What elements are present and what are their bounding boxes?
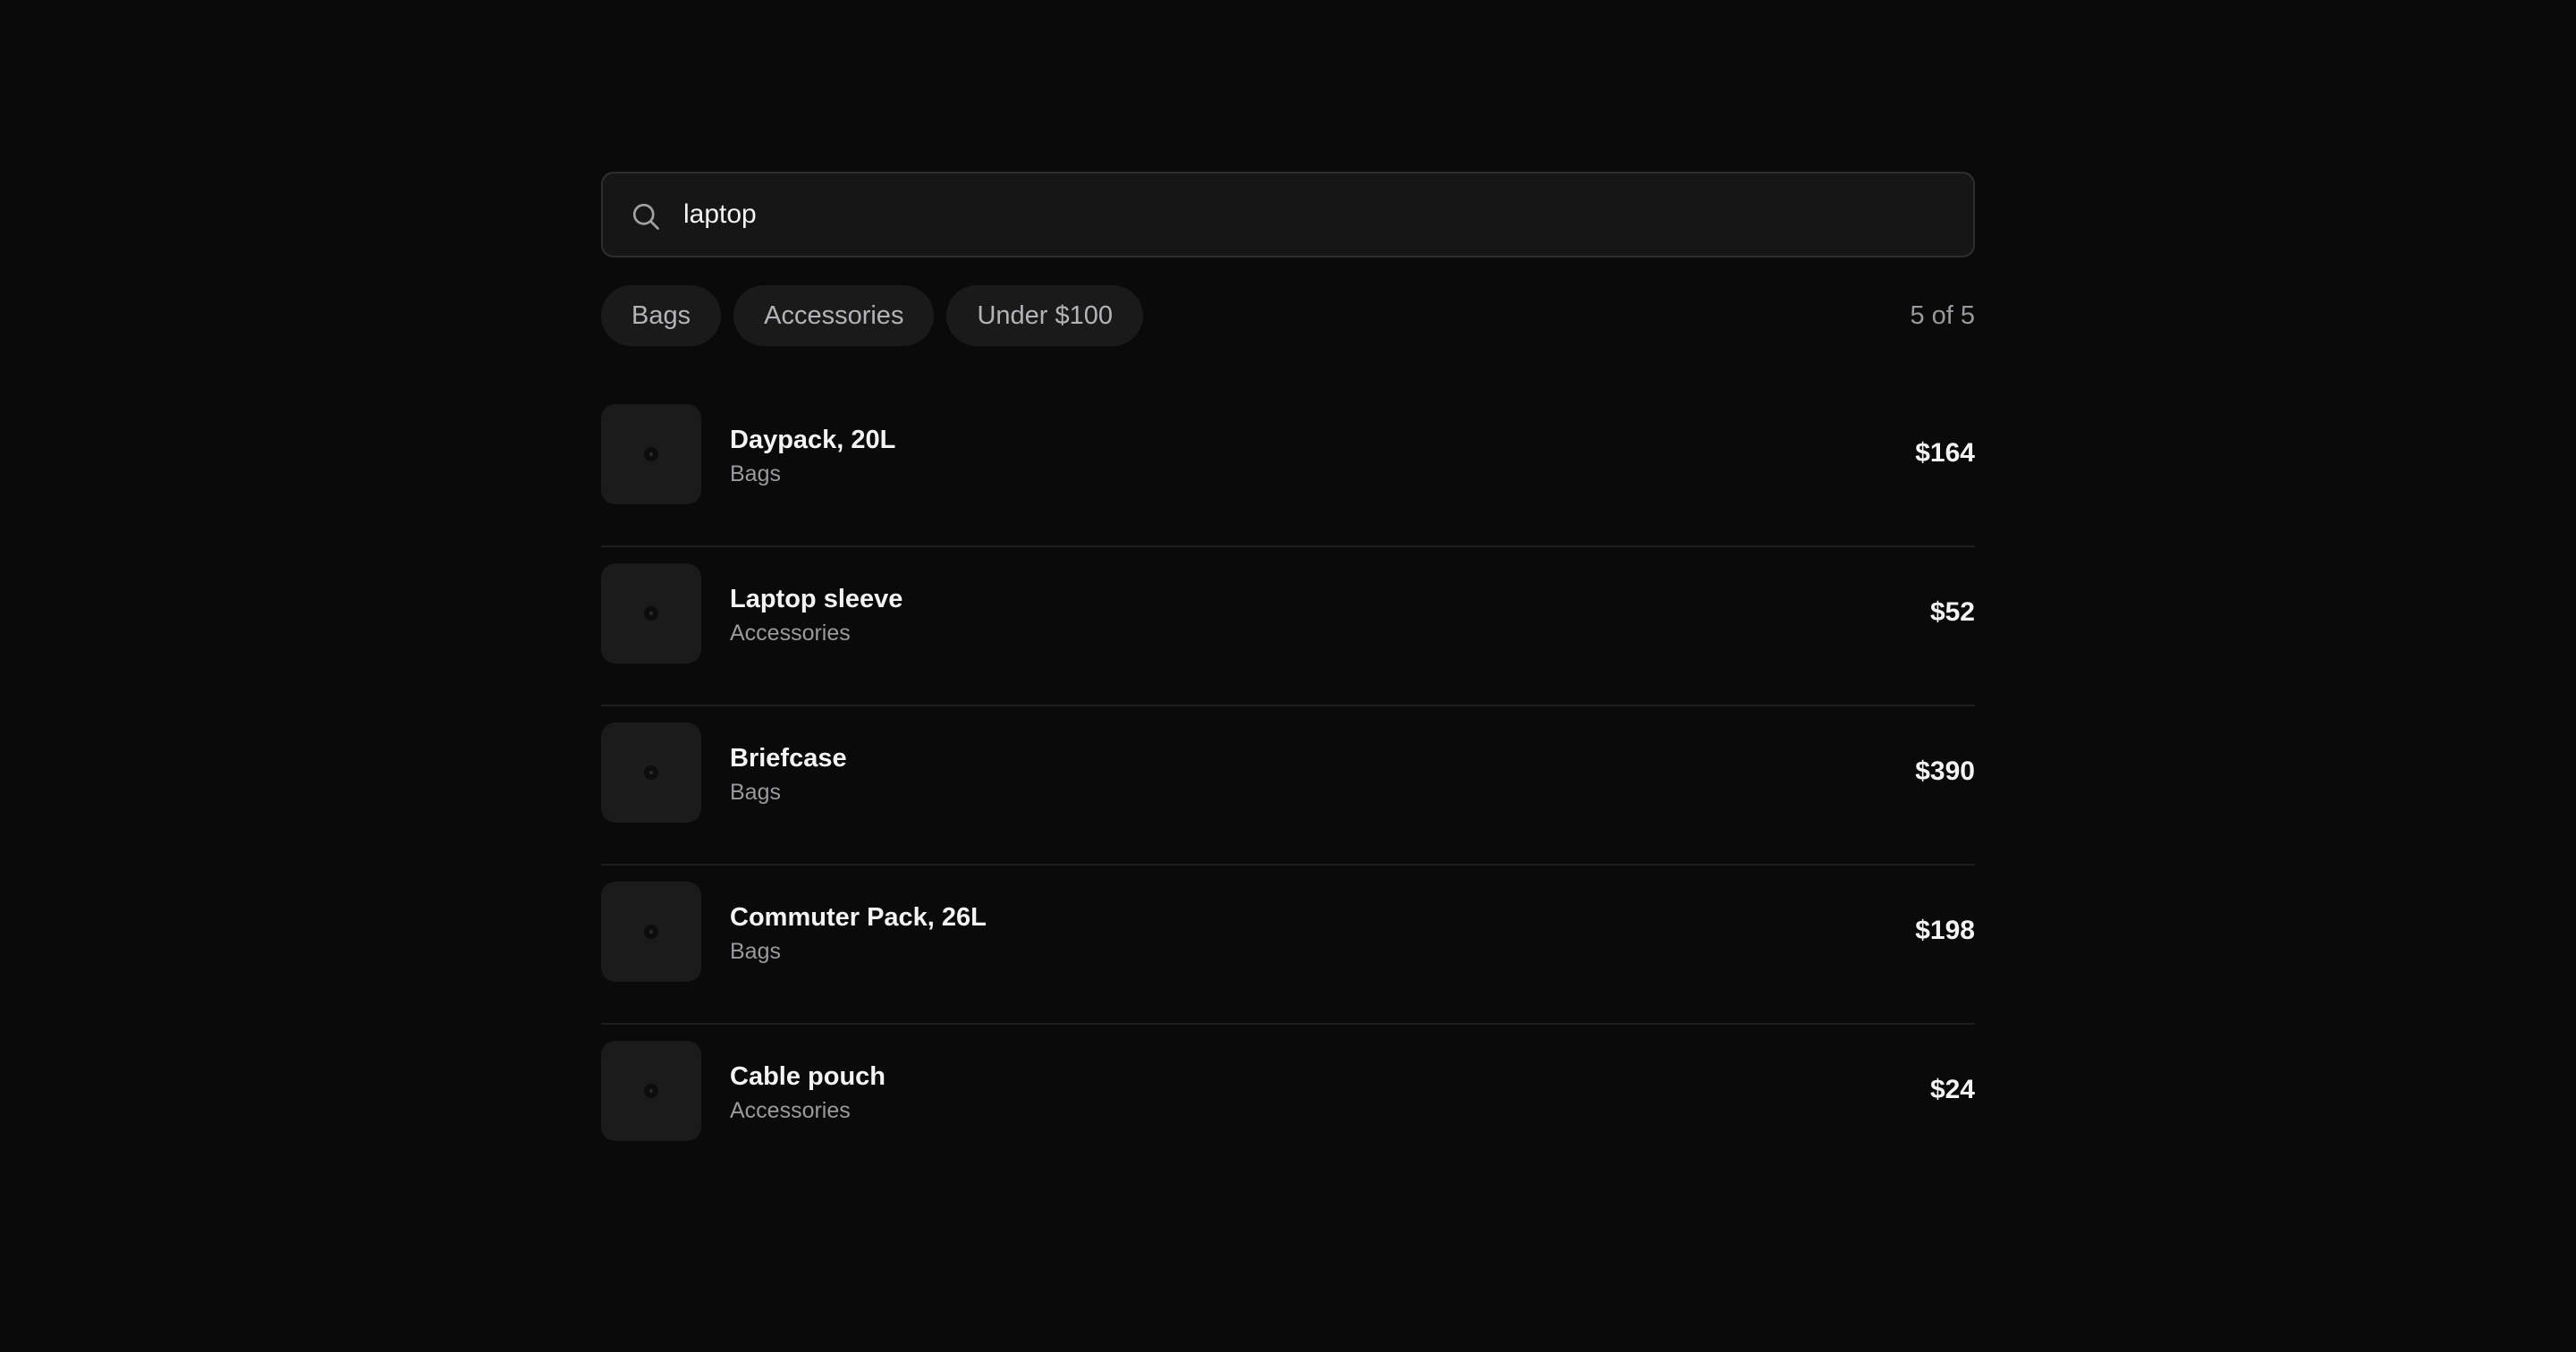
item-price: $52 <box>1929 597 1975 627</box>
product-thumbnail <box>601 404 701 504</box>
item-name: Commuter Pack, 26L <box>730 903 987 932</box>
list-item[interactable]: Daypack, 20L Bags $164 <box>601 388 1975 547</box>
item-name: Daypack, 20L <box>730 426 896 454</box>
product-thumbnail <box>601 722 701 823</box>
product-thumbnail <box>601 1041 701 1141</box>
filter-bar: Bags Accessories Under $100 5 of 5 <box>601 284 1975 347</box>
result-count: 5 of 5 <box>1910 301 1975 330</box>
item-price: $164 <box>1915 438 1975 468</box>
list-item[interactable]: Commuter Pack, 26L Bags $198 <box>601 866 1975 1025</box>
item-category: Bags <box>730 939 781 964</box>
item-price: $390 <box>1915 756 1975 786</box>
image-placeholder-icon <box>644 765 658 780</box>
product-thumbnail <box>601 563 701 663</box>
search-icon <box>632 203 659 230</box>
image-placeholder-icon <box>644 1084 658 1098</box>
search-results-panel: Bags Accessories Under $100 5 of 5 Daypa… <box>601 172 1975 1184</box>
item-price: $198 <box>1915 916 1975 945</box>
item-category: Bags <box>730 461 781 486</box>
product-thumbnail <box>601 882 701 982</box>
item-name: Briefcase <box>730 744 847 773</box>
item-name: Laptop sleeve <box>730 585 903 613</box>
image-placeholder-icon <box>644 925 658 939</box>
image-placeholder-icon <box>644 447 658 461</box>
list-item[interactable]: Briefcase Bags $390 <box>601 706 1975 866</box>
list-item[interactable]: Laptop sleeve Accessories $52 <box>601 547 1975 706</box>
item-price: $24 <box>1929 1075 1975 1104</box>
item-category: Accessories <box>730 621 851 646</box>
list-item[interactable]: Cable pouch Accessories $24 <box>601 1025 1975 1184</box>
item-category: Accessories <box>730 1098 851 1123</box>
search-input[interactable] <box>683 173 1936 256</box>
filter-chip-under-100[interactable]: Under $100 <box>946 285 1143 346</box>
item-category: Bags <box>730 780 781 805</box>
filter-chip-bags[interactable]: Bags <box>601 285 722 346</box>
item-name: Cable pouch <box>730 1062 886 1091</box>
image-placeholder-icon <box>644 606 658 621</box>
search-box[interactable] <box>601 172 1975 258</box>
results-list: Daypack, 20L Bags $164 Laptop sleeve Acc… <box>601 388 1975 1184</box>
filter-chip-accessories[interactable]: Accessories <box>733 285 935 346</box>
